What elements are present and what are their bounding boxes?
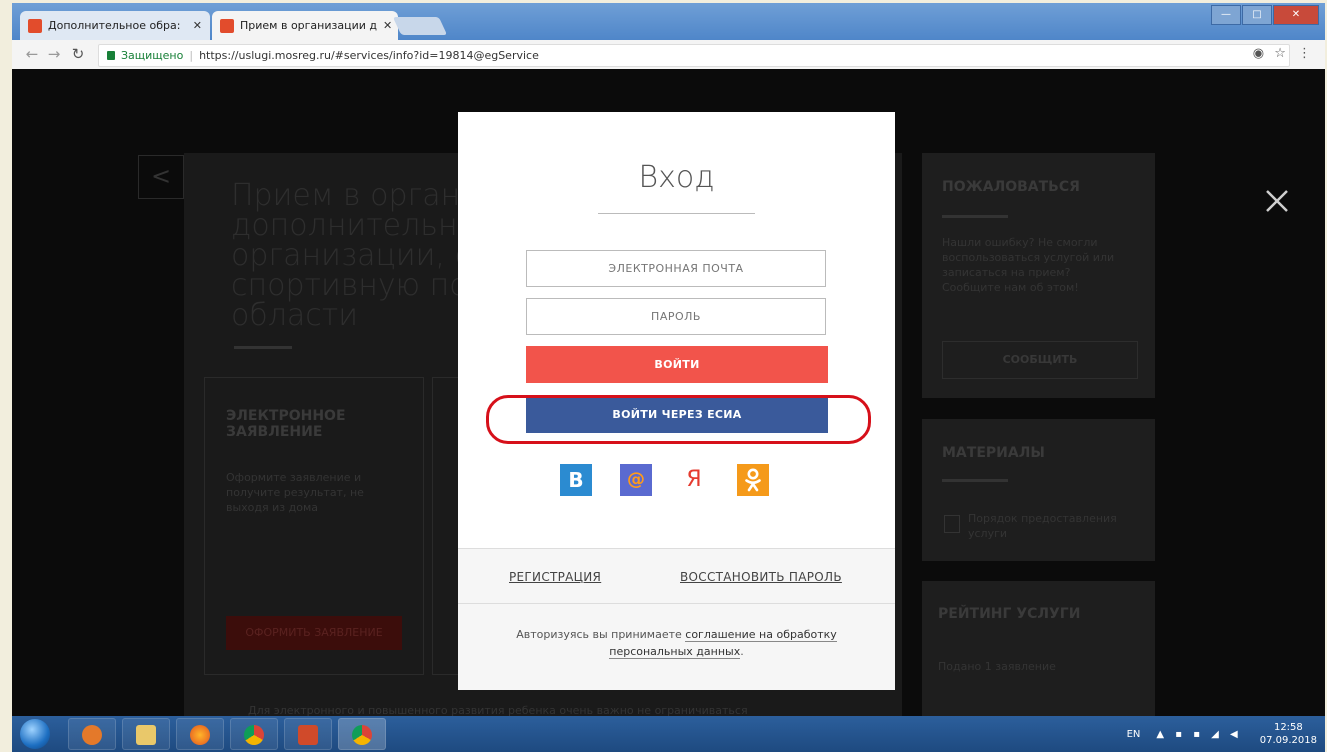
taskbar-chrome-active-icon[interactable] [338,718,386,750]
tab-title: Дополнительное обра: [48,19,181,32]
site-favicon-icon [28,18,42,33]
footer-divider [458,548,895,549]
background-card-application: ЭЛЕКТРОННОЕ ЗАЯВЛЕНИЕ Оформите заявление… [204,377,424,675]
browser-tab-strip: Дополнительное обра: ✕ Прием в организац… [12,3,1325,40]
background-card-heading: ЭЛЕКТРОННОЕ ЗАЯВЛЕНИЕ [226,408,346,440]
back-arrow-icon[interactable]: ← [22,45,42,63]
maximize-icon[interactable]: □ [1242,5,1272,25]
taskbar-firefox-icon[interactable] [176,718,224,750]
odnoklassniki-glyph-icon [745,468,761,492]
background-card-text: Оформите заявление и получите результат,… [226,471,364,514]
secure-label: Защищено [121,49,184,62]
mailru-login-icon[interactable]: @ [620,464,652,496]
background-complain-text: Нашли ошибку? Не смогли воспользоваться … [942,236,1115,294]
menu-dots-icon[interactable]: ⋮ [1298,46,1311,61]
browser-toolbar: ← → ↻ Защищено | https://uslugi.mosreg.ru/… [12,40,1325,70]
background-apply-button: ОФОРМИТЬ ЗАЯВЛЕНИЕ [226,616,402,650]
yandex-login-icon[interactable]: Я [678,464,710,496]
lock-icon [107,51,115,60]
login-title-rule [598,213,755,214]
window-controls: — □ ✕ [1210,5,1319,25]
footer-divider [458,603,895,604]
system-tray: EN ▲ ▪ ▪ ◢ ◀ 12:58 07.09.2018 [1127,716,1317,752]
bookmark-star-icon[interactable]: ☆ [1274,46,1286,61]
background-materials-rule [942,479,1008,482]
taskbar-outlook-icon[interactable] [68,718,116,750]
background-title-rule [234,346,292,349]
tab-admission[interactable]: Прием в организации д ✕ [212,11,398,40]
register-link[interactable]: РЕГИСТРАЦИЯ [509,570,601,584]
background-rating-title: РЕЙТИНГ УСЛУГИ [938,606,1081,622]
background-materials-title: МАТЕРИАЛЫ [942,445,1045,461]
reload-icon[interactable]: ↻ [68,45,88,63]
background-document-icon [944,515,960,533]
desktop-screen: Дополнительное обра: ✕ Прием в организац… [12,3,1325,752]
background-report-button: СООБЩИТЬ [942,341,1138,379]
background-rating-text: Подано 1 заявление [938,660,1056,673]
tab-title: Прием в организации д [240,19,377,32]
clock-date: 07.09.2018 [1259,735,1317,746]
login-title: Вход [638,160,715,195]
esia-highlight-annotation [486,395,871,444]
overlay-close-icon[interactable] [1257,181,1297,221]
site-favicon-icon [220,18,234,33]
agreement-prefix: Авторизуясь вы принимаете [516,628,686,641]
address-bar[interactable]: Защищено | https://uslugi.mosreg.ru/#servi… [98,44,1290,67]
background-back-arrow-icon: < [138,155,184,199]
background-rating-card [922,581,1155,716]
agreement-text: Авторизуясь вы принимаете соглашение на … [498,626,855,660]
background-title-line: организации, ос [231,238,490,273]
toolbar-right-icons: ◉ ☆ ⋮ [1253,46,1311,61]
clock[interactable]: 12:58 07.09.2018 [1260,721,1317,747]
agreement-suffix: . [740,645,744,658]
page-viewport: < Прием в органи дополнительно организац… [12,69,1325,717]
taskbar-explorer-icon[interactable] [122,718,170,750]
taskbar-powerpoint-icon[interactable] [284,718,332,750]
forward-arrow-icon[interactable]: → [44,45,64,63]
restore-password-link[interactable]: ВОССТАНОВИТЬ ПАРОЛЬ [680,570,842,584]
password-field[interactable] [526,298,826,335]
odnoklassniki-login-icon[interactable] [737,464,769,496]
taskbar-chrome-icon[interactable] [230,718,278,750]
background-title-line: дополнительно [231,208,476,243]
background-title-line: спортивную под [231,268,488,303]
background-title-line: области [231,298,358,333]
background-materials-item: Порядок предоставления услуги [968,512,1117,540]
tab-close-icon[interactable]: ✕ [187,19,202,32]
address-separator: | [189,49,194,62]
clock-time: 12:58 [1273,722,1303,733]
vk-login-icon[interactable]: В [560,464,592,496]
background-page-title: Прием в органи дополнительно организации… [231,181,489,331]
login-button[interactable]: ВОЙТИ [526,346,828,383]
language-indicator[interactable]: EN [1127,729,1141,740]
background-complain-title: ПОЖАЛОВАТЬСЯ [942,179,1080,195]
email-field[interactable] [526,250,826,287]
window-close-icon[interactable]: ✕ [1273,5,1319,25]
tray-icons[interactable]: ▲ ▪ ▪ ◢ ◀ [1156,729,1241,740]
minimize-icon[interactable]: — [1211,5,1241,25]
url-text: https://uslugi.mosreg.ru/#services/info?… [199,49,539,62]
windows-taskbar: EN ▲ ▪ ▪ ◢ ◀ 12:58 07.09.2018 [12,716,1325,752]
location-icon[interactable]: ◉ [1253,46,1264,61]
tab-close-icon[interactable]: ✕ [377,19,392,32]
new-tab-button[interactable] [392,17,448,35]
background-title-line: Прием в органи [231,178,480,213]
background-complain-rule [942,215,1008,218]
tab-additional-education[interactable]: Дополнительное обра: ✕ [20,11,210,40]
start-menu-icon[interactable] [20,719,50,749]
